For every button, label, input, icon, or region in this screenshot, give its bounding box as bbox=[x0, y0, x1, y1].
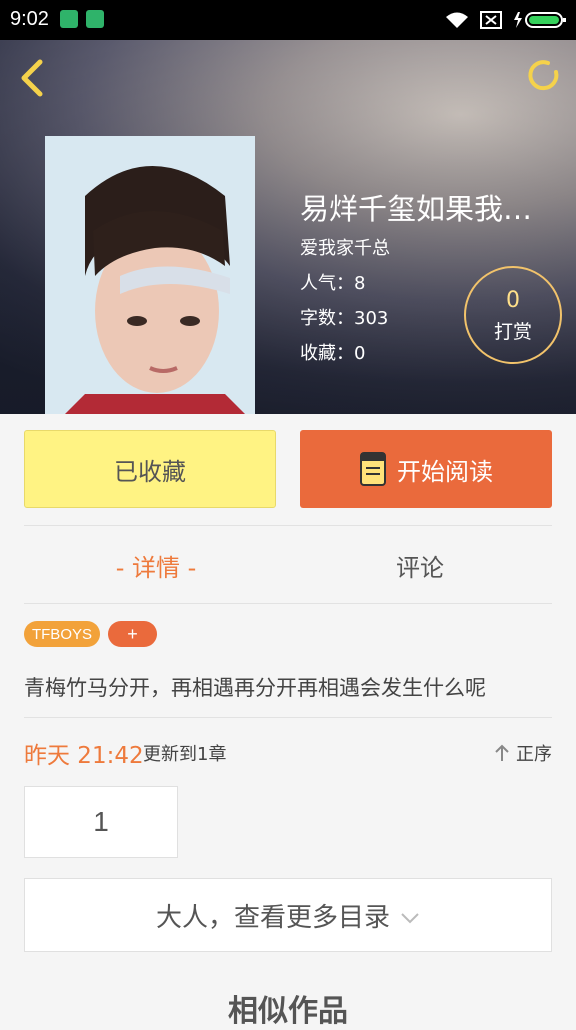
tag-tfboys[interactable]: TFBOYS bbox=[24, 621, 100, 647]
book-title: 易烊千玺如果我们… bbox=[300, 192, 560, 226]
tab-comments[interactable]: 评论 bbox=[288, 526, 552, 604]
update-time: 昨天 21:42 bbox=[24, 743, 144, 769]
divider bbox=[24, 717, 552, 718]
detail-tabs: - 详情 - 评论 bbox=[24, 526, 552, 604]
tab-details[interactable]: - 详情 - bbox=[24, 526, 288, 604]
book-icon bbox=[360, 452, 386, 486]
tip-button[interactable]: 0 打赏 bbox=[464, 266, 562, 364]
battery-icon bbox=[514, 12, 566, 28]
chevron-down-icon bbox=[401, 913, 419, 924]
book-word-count: 字数：303 bbox=[300, 308, 389, 329]
sim-icon bbox=[480, 11, 502, 29]
book-header: 易烊千玺如果我们… 爱我家千总 人气：8 字数：303 收藏：0 0 打赏 bbox=[0, 40, 576, 414]
add-tag-button[interactable]: + bbox=[108, 621, 157, 647]
chapter-item[interactable]: 1 bbox=[24, 786, 178, 858]
more-catalog-button[interactable]: 大人，查看更多目录 bbox=[24, 878, 552, 952]
more-catalog-label: 大人，查看更多目录 bbox=[155, 902, 390, 933]
update-text: 更新到1章 bbox=[143, 744, 227, 765]
divider bbox=[24, 603, 552, 604]
favorite-label: 已收藏 bbox=[114, 457, 186, 486]
start-reading-button[interactable]: 开始阅读 bbox=[300, 430, 552, 508]
favorite-button[interactable]: 已收藏 bbox=[24, 430, 276, 508]
book-cover bbox=[45, 136, 255, 414]
tip-label: 打赏 bbox=[493, 321, 532, 343]
status-time: 9:02 bbox=[10, 8, 49, 30]
back-arrow-icon[interactable] bbox=[14, 58, 48, 98]
similar-works-heading: 相似作品 bbox=[228, 994, 348, 1029]
book-description: 青梅竹马分开，再相遇再分开再相遇会发生什么呢 bbox=[24, 676, 486, 700]
status-bar: 9:02 bbox=[0, 0, 576, 40]
wifi-icon bbox=[446, 12, 468, 28]
book-popularity: 人气：8 bbox=[300, 273, 366, 294]
arrow-up-icon bbox=[495, 744, 509, 761]
book-favorites: 收藏：0 bbox=[300, 343, 366, 364]
refresh-icon[interactable] bbox=[526, 58, 562, 94]
status-icons bbox=[444, 9, 568, 31]
book-author[interactable]: 爱我家千总 bbox=[300, 234, 390, 260]
sort-order-label: 正序 bbox=[516, 744, 552, 765]
notification-icon bbox=[86, 10, 104, 28]
tip-count: 0 bbox=[506, 288, 520, 313]
start-reading-label: 开始阅读 bbox=[397, 457, 493, 486]
cover-portrait-image bbox=[45, 136, 255, 414]
notification-icon bbox=[60, 10, 78, 28]
sort-order-button[interactable]: 正序 bbox=[492, 740, 552, 766]
